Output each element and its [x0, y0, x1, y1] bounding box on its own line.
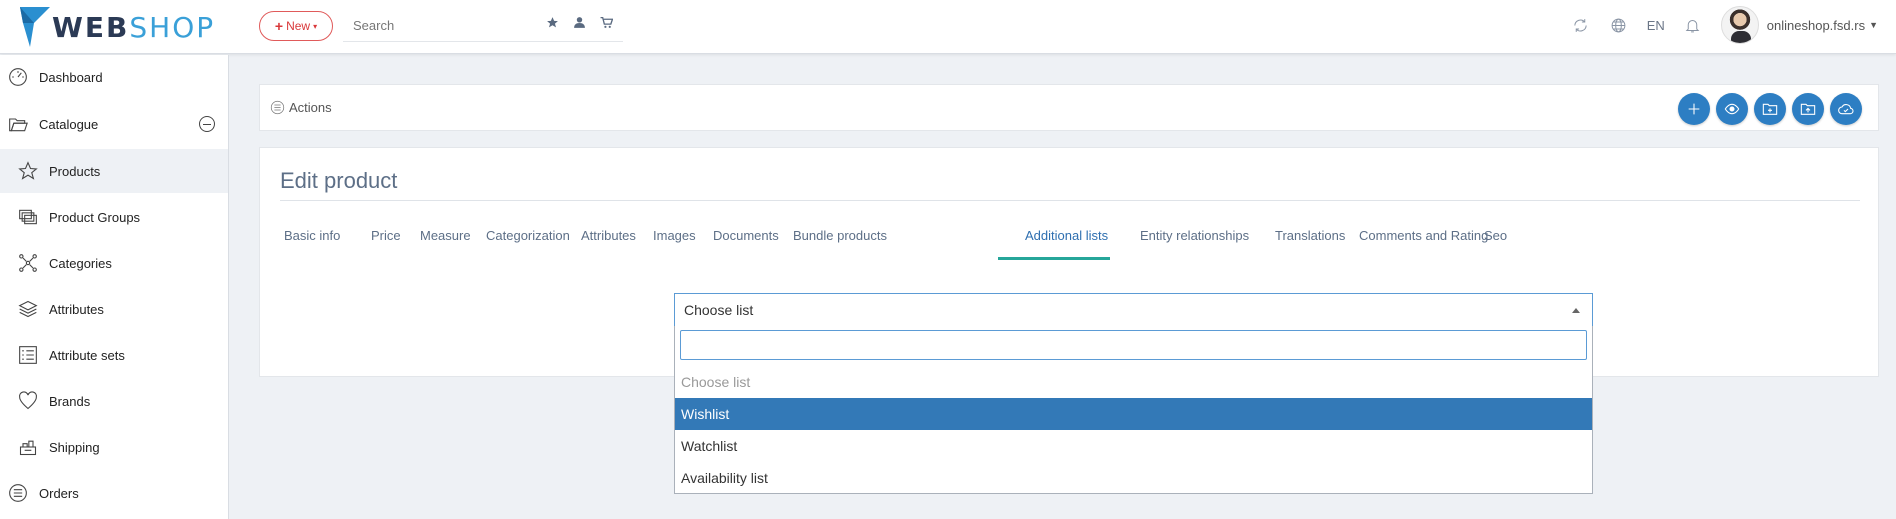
eye-icon — [1724, 103, 1740, 115]
account-menu[interactable]: onlineshop.fsd.rs ▼ — [1767, 18, 1878, 33]
tab-attributes[interactable]: Attributes — [567, 210, 650, 260]
star-icon[interactable] — [546, 16, 559, 29]
layers-icon — [19, 209, 37, 225]
option-watchlist[interactable]: Watchlist — [675, 430, 1592, 462]
sidebar-item-label: Product Groups — [49, 209, 141, 225]
sidebar-item-product-groups[interactable]: Product Groups — [0, 195, 228, 239]
logo[interactable]: WEBSHOP — [20, 6, 215, 48]
sidebar-item-label: Brands — [49, 393, 91, 409]
user-icon[interactable] — [573, 16, 586, 29]
tab-additional-lists[interactable]: Additional lists — [1011, 210, 1122, 260]
actions-label: Actions — [289, 100, 332, 115]
orders-icon — [9, 484, 27, 502]
star-icon — [18, 161, 38, 180]
sidebar-item-label: Attribute sets — [49, 347, 125, 363]
bell-icon[interactable] — [1683, 15, 1703, 35]
list-icon — [19, 346, 37, 364]
option-choose-list[interactable]: Choose list — [675, 366, 1592, 398]
upload-folder-button[interactable] — [1792, 93, 1824, 125]
language-selector[interactable]: EN — [1647, 18, 1665, 33]
select-current-value: Choose list — [684, 302, 754, 318]
sidebar-item-label: Orders — [39, 485, 79, 501]
select-list-dropdown[interactable]: Choose list — [674, 293, 1593, 327]
gauge-icon — [9, 68, 27, 86]
sidebar-item-orders[interactable]: Orders — [0, 471, 228, 515]
active-tab-indicator — [998, 257, 1110, 260]
sidebar-item-brands[interactable]: Brands — [0, 379, 228, 423]
sidebar-item-products[interactable]: Products — [0, 149, 228, 193]
logo-flag-icon — [20, 7, 50, 47]
plus-icon: + — [274, 18, 284, 34]
folder-open-icon — [9, 118, 28, 132]
collapse-icon[interactable] — [199, 116, 215, 132]
sidebar: Dashboard Catalogue Products Product Gro… — [0, 55, 229, 519]
search-input[interactable] — [343, 10, 538, 40]
plus-icon — [1688, 103, 1700, 115]
tab-bundle-products[interactable]: Bundle products — [779, 210, 901, 260]
preview-button[interactable] — [1716, 93, 1748, 125]
tab-seo[interactable]: Seo — [1470, 210, 1521, 260]
sidebar-item-label: Attributes — [49, 301, 104, 317]
tab-basic-info[interactable]: Basic info — [270, 210, 354, 260]
title-divider — [280, 200, 1860, 201]
sidebar-item-label: Dashboard — [39, 69, 103, 85]
sidebar-item-shipping[interactable]: Shipping — [0, 425, 228, 469]
new-button[interactable]: + New ▾ — [259, 11, 333, 41]
search-bar — [343, 10, 623, 42]
logo-text: WEBSHOP — [52, 10, 216, 44]
menu-circle-icon — [270, 100, 285, 115]
folder-upload-icon — [1800, 103, 1816, 115]
caret-up-icon — [1572, 308, 1580, 313]
stack-icon — [18, 300, 38, 318]
sidebar-item-categories[interactable]: Categories — [0, 241, 228, 285]
folder-icon — [1762, 103, 1778, 115]
chevron-down-icon: ▾ — [313, 21, 318, 31]
actions-panel: Actions — [259, 84, 1879, 131]
sidebar-item-label: Shipping — [49, 439, 100, 455]
avatar[interactable] — [1720, 6, 1759, 44]
shipping-icon — [19, 440, 37, 456]
tab-entity-relationships[interactable]: Entity relationships — [1126, 210, 1263, 260]
sidebar-item-attributes[interactable]: Attributes — [0, 287, 228, 331]
caret-down-icon: ▼ — [1869, 20, 1878, 30]
account-name: onlineshop.fsd.rs — [1766, 17, 1866, 33]
sidebar-item-dashboard[interactable]: Dashboard — [0, 55, 228, 99]
save-button[interactable] — [1830, 93, 1862, 125]
cart-icon[interactable] — [600, 16, 613, 29]
page-title: Edit product — [280, 168, 398, 193]
sidebar-item-label: Products — [49, 163, 101, 179]
actions-toggle[interactable]: Actions — [270, 100, 332, 115]
sidebar-item-catalogue[interactable]: Catalogue — [0, 102, 228, 146]
network-icon — [19, 254, 37, 272]
new-button-label: New — [286, 19, 311, 33]
sidebar-item-attribute-sets[interactable]: Attribute sets — [0, 333, 228, 377]
folder-button[interactable] — [1754, 93, 1786, 125]
option-wishlist[interactable]: Wishlist — [675, 398, 1592, 430]
sidebar-item-label: Catalogue — [39, 116, 99, 132]
heart-icon — [19, 391, 37, 410]
add-button[interactable] — [1678, 93, 1710, 125]
cloud-check-icon — [1838, 104, 1854, 115]
dropdown-search-input[interactable] — [680, 330, 1587, 360]
dropdown-menu: Choose list Wishlist Watchlist Availabil… — [674, 326, 1593, 494]
sync-icon[interactable] — [1571, 15, 1591, 35]
sidebar-item-label: Categories — [49, 255, 112, 271]
globe-icon[interactable] — [1609, 15, 1629, 35]
top-bar: WEBSHOP + New ▾ EN onlineshop.fsd.rs ▼ — [0, 0, 1896, 54]
option-availability-list[interactable]: Availability list — [675, 462, 1592, 494]
